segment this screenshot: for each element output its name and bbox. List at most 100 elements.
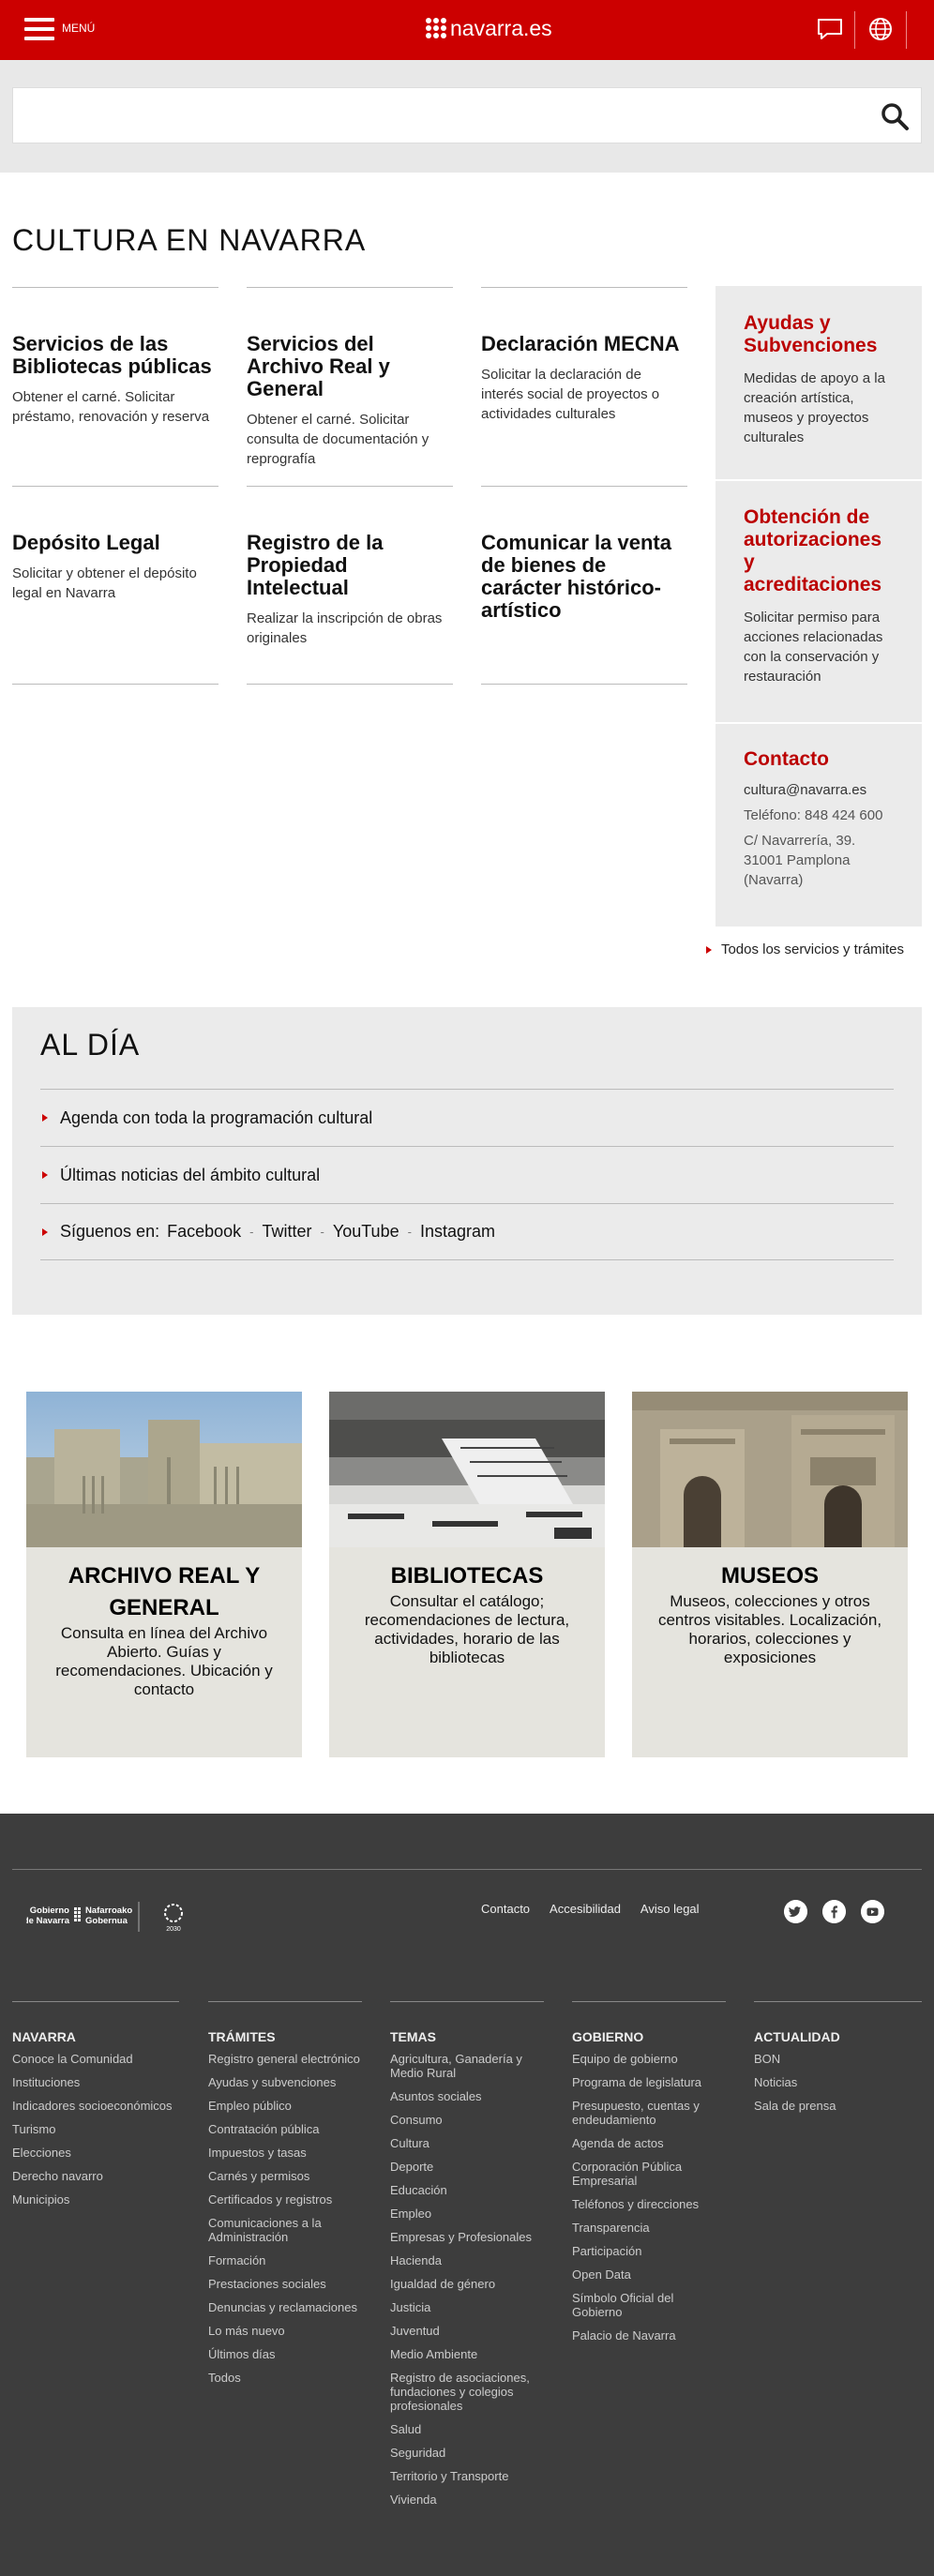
all-services-link[interactable]: Todos los servicios y trámites: [698, 940, 904, 959]
footer-col-item[interactable]: Medio Ambiente: [390, 2347, 544, 2361]
footer-col-item[interactable]: Asuntos sociales: [390, 2089, 544, 2103]
youtube-link[interactable]: YouTube: [333, 1222, 399, 1242]
card-archivo[interactable]: Servicios del Archivo Real y General Obt…: [247, 287, 453, 469]
footer-col-title[interactable]: NAVARRA: [12, 2029, 179, 2044]
footer-col-item[interactable]: Lo más nuevo: [208, 2324, 362, 2338]
chat-icon[interactable]: [814, 13, 846, 45]
sidebar-obtencion[interactable]: Obtención de autorizaciones y acreditaci…: [716, 481, 922, 722]
footer-col-item[interactable]: Hacienda: [390, 2253, 544, 2267]
instagram-link[interactable]: Instagram: [420, 1222, 495, 1242]
footer-col-item[interactable]: Agenda de actos: [572, 2136, 726, 2150]
footer-col-item[interactable]: Justicia: [390, 2300, 544, 2314]
footer-col-item[interactable]: Todos: [208, 2371, 362, 2385]
twitter-link[interactable]: Twitter: [263, 1222, 312, 1242]
footer-link-contacto[interactable]: Contacto: [481, 1902, 530, 1916]
footer-col-title[interactable]: TEMAS: [390, 2029, 544, 2044]
footer-col-item[interactable]: Empleo público: [208, 2099, 362, 2113]
sidebar-title[interactable]: Obtención de autorizaciones y acreditaci…: [744, 506, 894, 596]
contact-email[interactable]: cultura@navarra.es: [744, 780, 894, 800]
footer-col-item[interactable]: Juventud: [390, 2324, 544, 2338]
footer-col-item[interactable]: Comunicaciones a la Administración: [208, 2216, 362, 2244]
footer-col-item[interactable]: Conoce la Comunidad: [12, 2052, 179, 2066]
footer-col-item[interactable]: Ayudas y subvenciones: [208, 2075, 362, 2089]
sidebar-ayudas[interactable]: Ayudas y Subvenciones Medidas de apoyo a…: [716, 286, 922, 479]
footer-col-item[interactable]: Denuncias y reclamaciones: [208, 2300, 362, 2314]
footer-col-item[interactable]: Deporte: [390, 2160, 544, 2174]
footer-col-item[interactable]: Turismo: [12, 2122, 179, 2136]
feature-archivo[interactable]: ARCHIVO REAL Y GENERAL Consulta en línea…: [26, 1392, 302, 1757]
card-title[interactable]: Depósito Legal: [12, 532, 218, 554]
noticias-link[interactable]: Últimas noticias del ámbito cultural: [40, 1146, 894, 1203]
card-bibliotecas[interactable]: Servicios de las Bibliotecas públicas Ob…: [12, 287, 218, 427]
footer-col-item[interactable]: Igualdad de género: [390, 2277, 544, 2291]
footer-col-item[interactable]: Empleo: [390, 2207, 544, 2221]
footer-col-item[interactable]: Municipios: [12, 2192, 179, 2207]
footer-col-item[interactable]: Consumo: [390, 2113, 544, 2127]
footer-col-item[interactable]: Instituciones: [12, 2075, 179, 2089]
footer-col-item[interactable]: Programa de legislatura: [572, 2075, 726, 2089]
footer-col-item[interactable]: Corporación Pública Empresarial: [572, 2160, 726, 2188]
card-propiedad-intelectual[interactable]: Registro de la Propiedad Intelectual Rea…: [247, 486, 453, 648]
search-input[interactable]: [12, 87, 922, 143]
footer-col-item[interactable]: Registro general electrónico: [208, 2052, 362, 2066]
footer-col-item[interactable]: Open Data: [572, 2267, 726, 2282]
card-title[interactable]: Comunicar la venta de bienes de carácter…: [481, 532, 687, 622]
footer-col-title[interactable]: GOBIERNO: [572, 2029, 726, 2044]
hamburger-menu-icon[interactable]: [24, 18, 54, 41]
feature-bibliotecas[interactable]: BIBLIOTECAS Consultar el catálogo; recom…: [329, 1392, 605, 1757]
footer-col-item[interactable]: Noticias: [754, 2075, 922, 2089]
agenda-link[interactable]: Agenda con toda la programación cultural: [40, 1089, 894, 1146]
site-logo[interactable]: navarra.es: [426, 14, 552, 42]
footer-col-item[interactable]: Elecciones: [12, 2146, 179, 2160]
footer-col-item[interactable]: Empresas y Profesionales: [390, 2230, 544, 2244]
footer-col-item[interactable]: Cultura: [390, 2136, 544, 2150]
card-title[interactable]: Declaración MECNA: [481, 333, 687, 355]
card-venta-bienes[interactable]: Comunicar la venta de bienes de carácter…: [481, 486, 687, 631]
footer-col-title[interactable]: ACTUALIDAD: [754, 2029, 922, 2044]
footer-col-item[interactable]: Equipo de gobierno: [572, 2052, 726, 2066]
footer-col-item[interactable]: Agricultura, Ganadería y Medio Rural: [390, 2052, 544, 2080]
feature-title[interactable]: MUSEOS: [632, 1560, 908, 1592]
menu-label[interactable]: MENÚ: [62, 22, 95, 35]
footer-col-item[interactable]: BON: [754, 2052, 922, 2066]
footer-col-item[interactable]: Salud: [390, 2422, 544, 2436]
footer-col-item[interactable]: Educación: [390, 2183, 544, 2197]
footer-col-title[interactable]: TRÁMITES: [208, 2029, 362, 2044]
footer-link-accesibilidad[interactable]: Accesibilidad: [550, 1902, 621, 1916]
footer-col-item[interactable]: Derecho navarro: [12, 2169, 179, 2183]
twitter-icon[interactable]: [784, 1900, 807, 1923]
card-title[interactable]: Servicios del Archivo Real y General: [247, 333, 453, 400]
footer-col-item[interactable]: Formación: [208, 2253, 362, 2267]
search-icon[interactable]: [880, 101, 910, 131]
footer-col-item[interactable]: Vivienda: [390, 2493, 544, 2507]
card-title[interactable]: Registro de la Propiedad Intelectual: [247, 532, 453, 599]
footer-col-item[interactable]: Teléfonos y direcciones: [572, 2197, 726, 2211]
footer-col-item[interactable]: Sala de prensa: [754, 2099, 922, 2113]
facebook-icon[interactable]: [822, 1900, 846, 1923]
footer-col-item[interactable]: Últimos días: [208, 2347, 362, 2361]
footer-col-item[interactable]: Transparencia: [572, 2221, 726, 2235]
feature-title[interactable]: ARCHIVO REAL Y GENERAL: [26, 1560, 302, 1624]
footer-col-item[interactable]: Carnés y permisos: [208, 2169, 362, 2183]
footer-col-item[interactable]: Certificados y registros: [208, 2192, 362, 2207]
youtube-icon[interactable]: [861, 1900, 884, 1923]
globe-icon[interactable]: [865, 13, 896, 45]
footer-col-item[interactable]: Palacio de Navarra: [572, 2328, 726, 2343]
footer-col-item[interactable]: Registro de asociaciones, fundaciones y …: [390, 2371, 544, 2413]
feature-museos[interactable]: MUSEOS Museos, colecciones y otros centr…: [632, 1392, 908, 1757]
footer-col-item[interactable]: Territorio y Transporte: [390, 2469, 544, 2483]
footer-col-item[interactable]: Impuestos y tasas: [208, 2146, 362, 2160]
footer-link-aviso-legal[interactable]: Aviso legal: [640, 1902, 700, 1916]
footer-col-item[interactable]: Símbolo Oficial del Gobierno: [572, 2291, 726, 2319]
footer-col-item[interactable]: Participación: [572, 2244, 726, 2258]
feature-title[interactable]: BIBLIOTECAS: [329, 1560, 605, 1592]
footer-col-item[interactable]: Indicadores socioeconómicos: [12, 2099, 179, 2113]
footer-col-item[interactable]: Contratación pública: [208, 2122, 362, 2136]
card-deposito-legal[interactable]: Depósito Legal Solicitar y obtener el de…: [12, 486, 218, 603]
card-title[interactable]: Servicios de las Bibliotecas públicas: [12, 333, 218, 378]
footer-col-item[interactable]: Prestaciones sociales: [208, 2277, 362, 2291]
card-mecna[interactable]: Declaración MECNA Solicitar la declaraci…: [481, 287, 687, 424]
gobierno-navarra-logo[interactable]: Gobierno de Navarra Nafarroako Gobernua …: [26, 1898, 188, 1936]
facebook-link[interactable]: Facebook: [167, 1222, 241, 1242]
footer-col-item[interactable]: Presupuesto, cuentas y endeudamiento: [572, 2099, 726, 2127]
